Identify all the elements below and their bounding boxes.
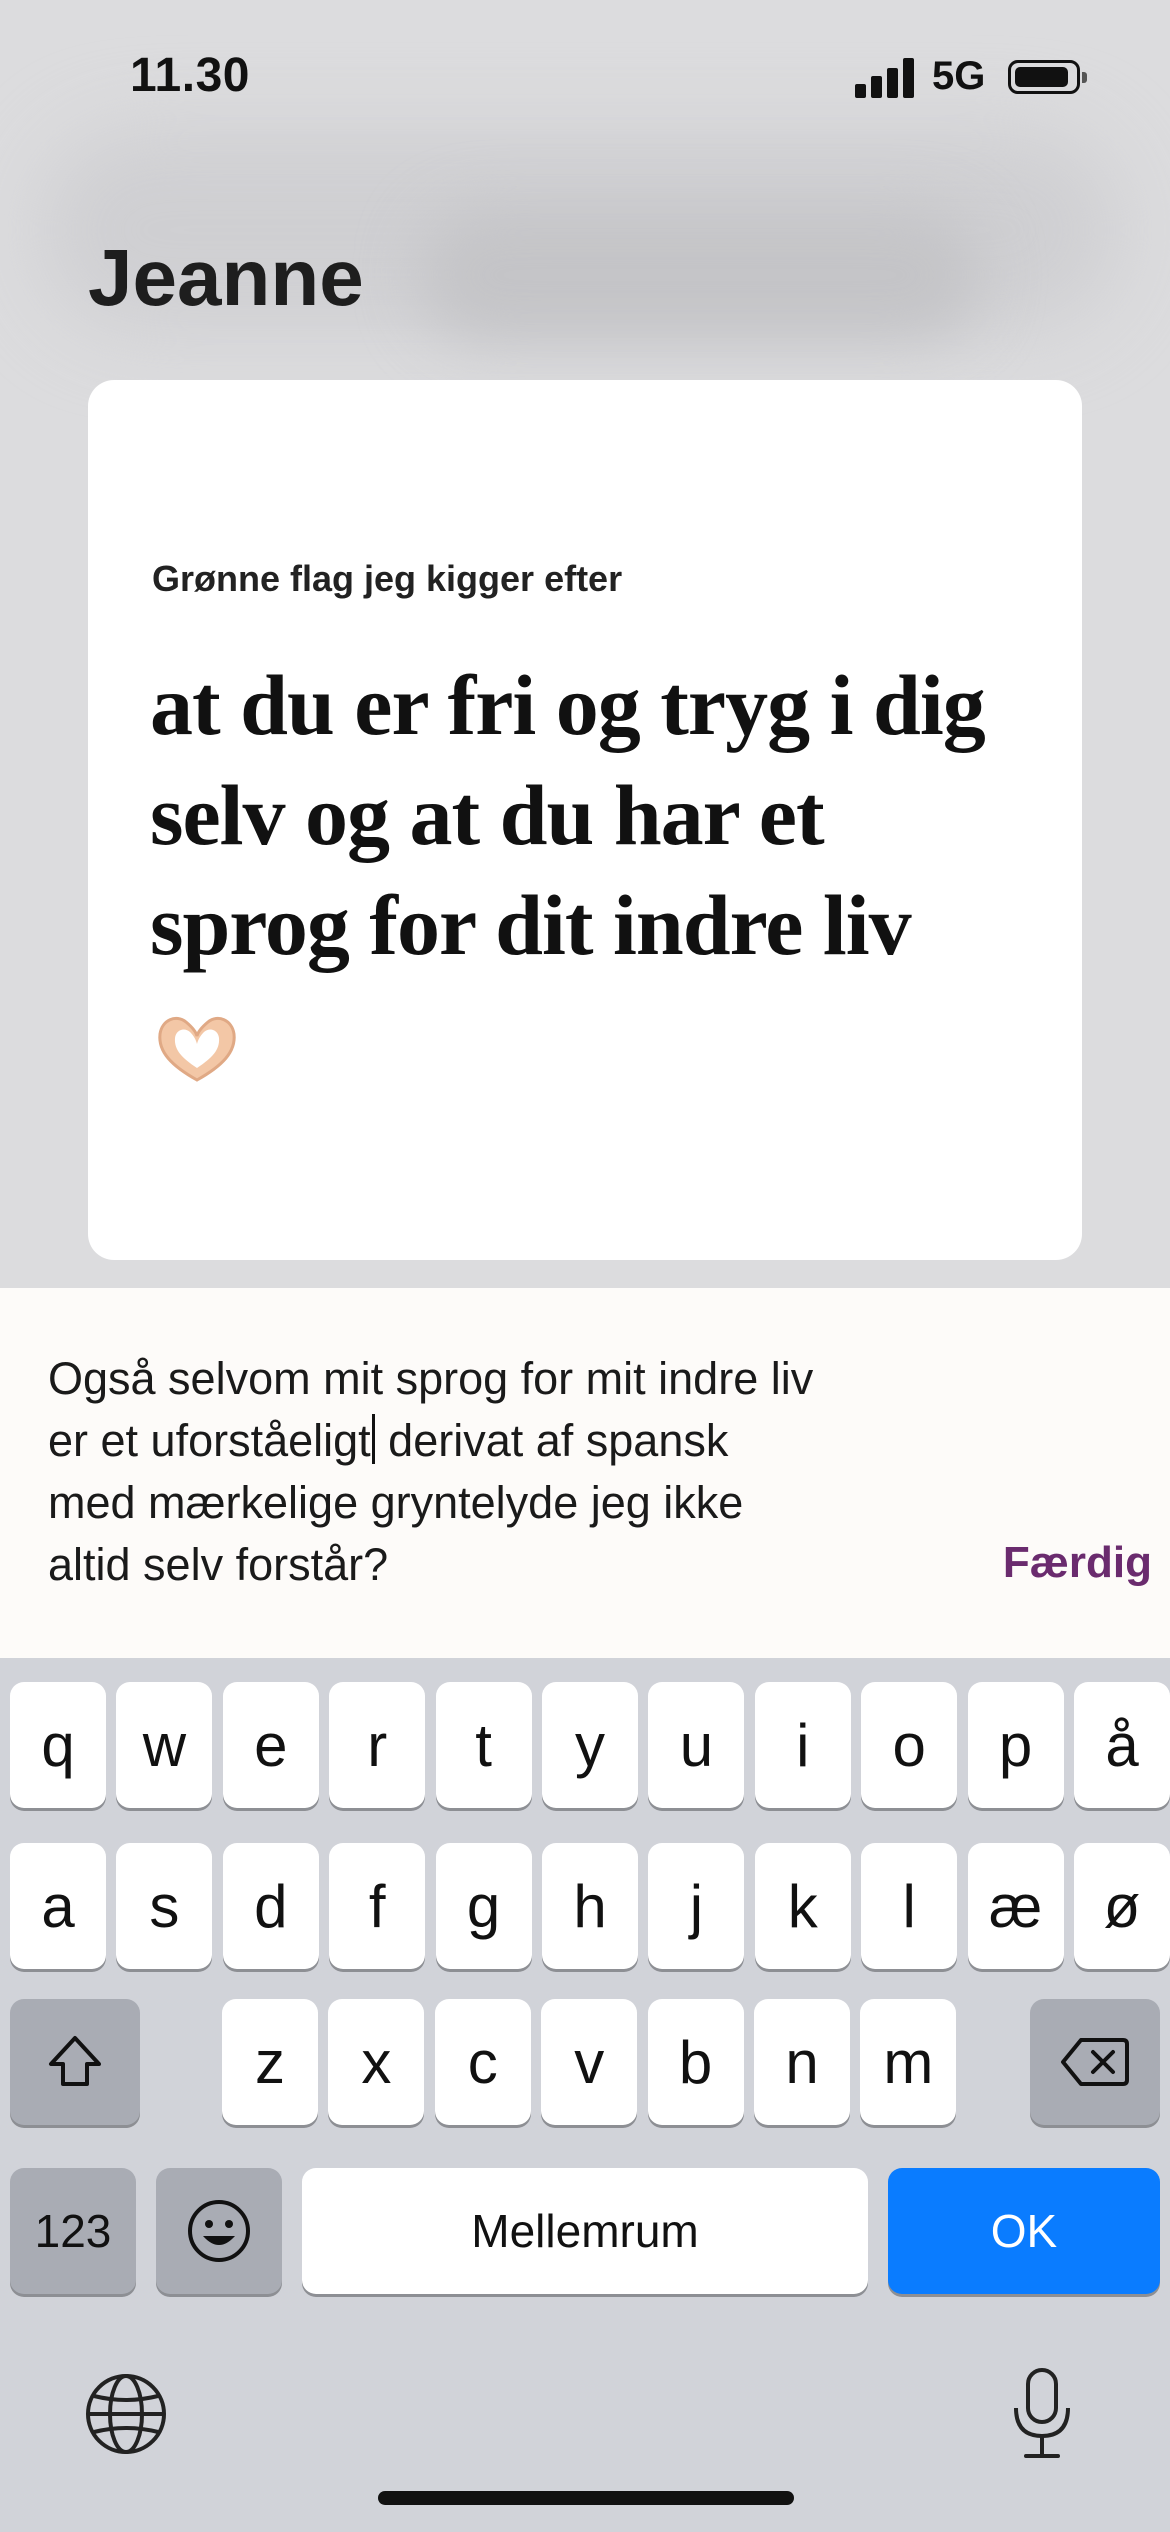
key-row2-5[interactable]: h (542, 1843, 638, 1969)
key-row2-2[interactable]: d (222, 1843, 319, 1969)
delete-key[interactable] (1030, 1999, 1160, 2125)
network-type: 5G (932, 54, 986, 98)
blurred-header-detail (420, 210, 980, 340)
prompt-answer: at du er fri og tryg i dig selv og at du… (150, 650, 1050, 980)
key-row1-3[interactable]: r (329, 1682, 426, 1808)
key-row1-9[interactable]: p (967, 1682, 1064, 1808)
key-row2-8[interactable]: l (861, 1843, 958, 1969)
status-time: 11.30 (130, 49, 250, 102)
backspace-icon (1061, 2038, 1129, 2086)
answer-line: selv og at du har et (150, 767, 825, 863)
key-row3-2[interactable]: c (434, 1999, 531, 2125)
shift-key[interactable] (10, 1999, 140, 2125)
battery-icon (1008, 60, 1087, 94)
answer-input-panel: Også selvom mit sprog for mit indre liv … (0, 1288, 1170, 1658)
cellular-signal-icon (855, 58, 915, 98)
microphone-icon[interactable] (1010, 2366, 1074, 2462)
key-row1-2[interactable]: e (222, 1682, 319, 1808)
key-row1-6[interactable]: u (648, 1682, 745, 1808)
key-row2-3[interactable]: f (329, 1843, 426, 1969)
key-row2-9[interactable]: æ (967, 1843, 1064, 1969)
home-indicator (378, 2491, 794, 2505)
done-button[interactable]: Færdig (1003, 1538, 1152, 1588)
key-row1-5[interactable]: y (542, 1682, 638, 1808)
key-row1-8[interactable]: o (861, 1682, 958, 1808)
answer-line: at du er fri og tryg i dig (150, 657, 986, 753)
key-row1-10[interactable]: å (1074, 1682, 1170, 1808)
ok-key[interactable]: OK (888, 2168, 1160, 2294)
key-row1-1[interactable]: w (116, 1682, 213, 1808)
key-row3-0[interactable]: z (222, 1999, 318, 2125)
key-row2-10[interactable]: ø (1074, 1843, 1170, 1969)
key-row2-4[interactable]: g (435, 1843, 532, 1969)
key-row3-3[interactable]: v (541, 1999, 638, 2125)
text-caret (371, 1414, 375, 1464)
key-row1-7[interactable]: i (754, 1682, 851, 1808)
answer-text-input[interactable]: Også selvom mit sprog for mit indre liv … (48, 1348, 978, 1596)
numbers-key[interactable]: 123 (10, 2168, 136, 2294)
key-row1-0[interactable]: q (10, 1682, 106, 1808)
key-row2-7[interactable]: k (754, 1843, 851, 1969)
key-row2-0[interactable]: a (10, 1843, 106, 1969)
key-row2-1[interactable]: s (116, 1843, 213, 1969)
heart-hands-emoji-icon (158, 1017, 236, 1082)
key-row1-4[interactable]: t (435, 1682, 532, 1808)
globe-icon[interactable] (84, 2372, 168, 2456)
key-row2-6[interactable]: j (648, 1843, 745, 1969)
key-row3-4[interactable]: b (647, 1999, 744, 2125)
key-row3-1[interactable]: x (328, 1999, 425, 2125)
profile-name: Jeanne (88, 233, 364, 322)
key-row3-6[interactable]: m (860, 1999, 957, 2125)
prompt-label: Grønne flag jeg kigger efter (152, 558, 623, 599)
shift-icon (49, 2036, 101, 2086)
answer-line: sprog for dit indre liv (150, 877, 912, 973)
keyboard: qwertyuiopå asdfghjklæø zxcvbnm 123 Mell… (0, 1658, 1170, 2532)
emoji-icon (188, 2200, 250, 2262)
key-row3-5[interactable]: n (754, 1999, 850, 2125)
prompt-card[interactable]: Grønne flag jeg kigger efter at du er fr… (88, 380, 1082, 1260)
emoji-key[interactable] (156, 2168, 282, 2294)
space-key[interactable]: Mellemrum (302, 2168, 868, 2294)
